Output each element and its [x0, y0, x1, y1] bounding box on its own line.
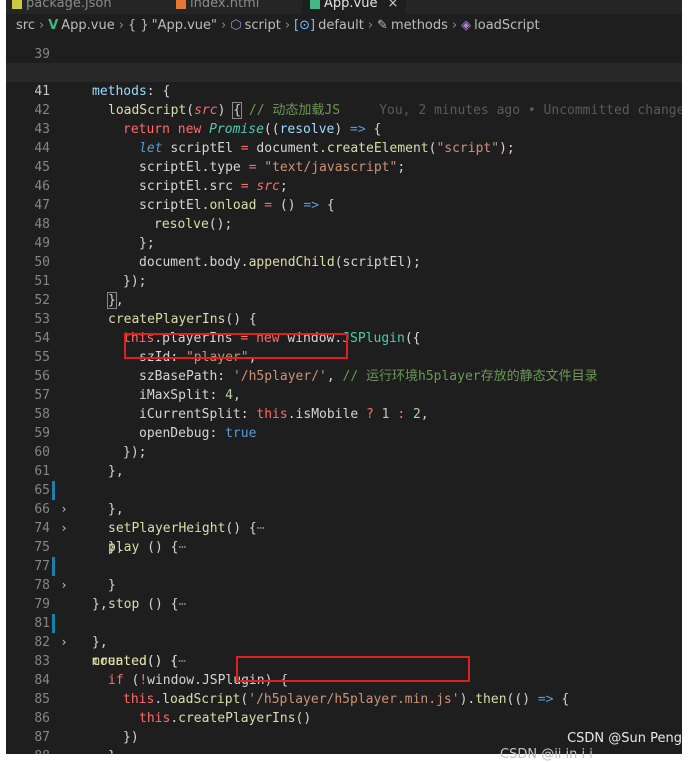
wrench-icon: ✎ [377, 18, 388, 33]
code-line: 82 mounted() { [6, 614, 682, 669]
code-line: 74 }, [6, 500, 682, 555]
code-line: 79 › created() {⋯ [6, 576, 682, 669]
tab-label: App.vue [324, 0, 378, 11]
code-line: 40 methods: { [6, 44, 682, 99]
vue-file-icon [310, 0, 320, 9]
code-line: 52 createPlayerIns() { [6, 272, 682, 327]
code-line-current: 41 loadScript(src) { // 动态加载JS You, 2 mi… [6, 63, 682, 119]
watermark: CSDN @Sun Peng [567, 731, 682, 746]
tab-app-vue[interactable]: App.vue × [302, 0, 407, 14]
code-line: 47 resolve(); [6, 177, 682, 232]
code-line: 78 }, [6, 557, 682, 612]
vue-icon: V [48, 18, 59, 33]
code-editor[interactable]: 39 }, 40 methods: { 41 loadScript(src) {… [6, 38, 682, 754]
tab-index-html[interactable]: index.html [176, 0, 259, 14]
code-line: 49 document.body.appendChild(scriptEl); [6, 215, 682, 270]
code-line: 83 if (!window.JSPlugin) { [6, 633, 682, 688]
chevron-right-icon: › [118, 18, 124, 33]
chevron-right-icon: › [221, 18, 227, 33]
code-line: 48 }; [6, 196, 682, 251]
code-line: 60 }, [6, 424, 682, 479]
code-line: 44 scriptEl.type = "text/javascript"; [6, 120, 682, 175]
code-line: 45 scriptEl.src = src; [6, 139, 682, 194]
code-line: 53 this.playerIns = new window.JSPlugin(… [6, 291, 682, 346]
code-line: 65 }, [6, 462, 682, 517]
breadcrumb-app-vue[interactable]: App.vue [61, 18, 114, 33]
highlight-box-szbasepath [124, 333, 348, 359]
tab-label: index.html [190, 0, 260, 11]
code-line: 75 › stop () {⋯ [6, 519, 682, 612]
html-icon [176, 0, 186, 9]
code-line: 43 let scriptEl = document.createElement… [6, 101, 682, 156]
code-line: 51 }, [6, 253, 682, 309]
breadcrumb: src › V App.vue ›{ } "App.vue" › ⬡ script › [⊙] def… [6, 14, 682, 38]
code-line: 42 return new Promise((resolve) => { [6, 82, 682, 137]
breadcrumb-loadscript[interactable]: loadScript [474, 18, 540, 33]
code-line: 50 }); [6, 234, 682, 289]
code-line: 66 › play () {⋯ [6, 481, 682, 555]
chevron-right-icon: › [38, 18, 45, 33]
code-line: 58 openDebug: true [6, 386, 682, 441]
method-icon: ◈ [461, 18, 472, 33]
line-number: 88 [6, 747, 50, 754]
code-line: 81 }, [6, 595, 682, 650]
code-line: 77 } [6, 538, 682, 593]
json-icon [12, 0, 22, 9]
code-line: 86 }) [6, 690, 682, 745]
highlight-box-script-path [236, 656, 470, 682]
breadcrumb-default[interactable]: default [318, 18, 364, 33]
breadcrumb-methods[interactable]: methods [391, 18, 448, 33]
tab-package-json[interactable]: package.json [12, 0, 112, 14]
code-line: 61 › setPlayerHeight() {⋯ [6, 443, 682, 536]
field-icon: [⊙] [294, 18, 316, 33]
breadcrumb-script[interactable]: script [245, 18, 281, 33]
cube-icon: ⬡ [230, 18, 242, 33]
watermark-footer: CSDN @ii in i i [500, 747, 593, 762]
chevron-right-icon: › [451, 18, 458, 33]
code-line: 46 scriptEl.onload = () => { [6, 158, 682, 213]
braces-icon: { } [127, 18, 149, 33]
breadcrumb-app-vue-string[interactable]: "App.vue" [152, 18, 217, 33]
chevron-right-icon: › [284, 18, 291, 33]
code-line: 54 szId: "player", [6, 310, 682, 365]
tab-label: package.json [26, 0, 112, 11]
code-line: 87 } [6, 709, 682, 754]
editor-window: package.json index.html App.vue × src › V Ap… [6, 0, 682, 754]
breadcrumb-src[interactable]: src [16, 18, 35, 33]
code-line: 59 }); [6, 405, 682, 460]
close-icon[interactable]: × [387, 0, 398, 11]
code-line: 57 iCurrentSplit: this.isMobile ? 1 : 2, [6, 367, 682, 422]
chevron-right-icon: › [367, 18, 374, 33]
tab-strip: package.json index.html App.vue × [6, 0, 682, 14]
